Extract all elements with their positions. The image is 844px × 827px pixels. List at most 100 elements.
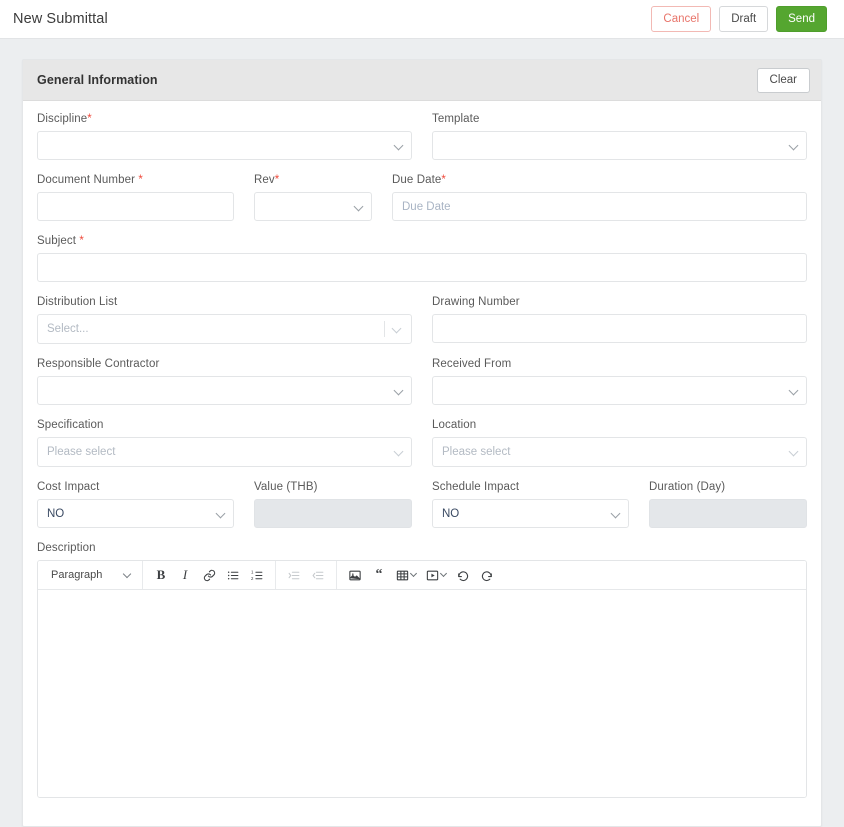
subject-input[interactable] (37, 253, 807, 282)
chevron-down-icon (354, 201, 364, 211)
block-format-value: Paragraph (51, 569, 102, 581)
redo-icon[interactable] (475, 564, 499, 586)
schedule-impact-select[interactable]: NO (432, 499, 629, 528)
decrease-indent-icon[interactable] (306, 564, 330, 586)
value-thb-input (254, 499, 412, 528)
template-label: Template (432, 113, 807, 125)
document-number-input[interactable] (37, 192, 234, 221)
field-due-date: Due Date* Due Date (392, 174, 807, 221)
template-select[interactable] (432, 131, 807, 160)
insert-image-icon[interactable] (343, 564, 367, 586)
general-information-card: General Information Clear Discipline* (22, 59, 822, 827)
due-date-input[interactable]: Due Date (392, 192, 807, 221)
cost-impact-value: NO (47, 508, 64, 520)
field-schedule-impact: Schedule Impact NO (432, 481, 629, 528)
blockquote-icon[interactable]: “ (367, 564, 391, 586)
card-title: General Information (37, 73, 158, 87)
subject-label: Subject * (37, 235, 807, 247)
value-thb-label: Value (THB) (254, 481, 412, 493)
field-discipline: Discipline* (37, 113, 412, 160)
discipline-label: Discipline* (37, 113, 412, 125)
form-row-2: Document Number * Rev* (37, 174, 807, 233)
draft-button[interactable]: Draft (719, 6, 768, 32)
distribution-list-placeholder: Select... (47, 323, 89, 335)
toolbar-group-format: Paragraph (38, 561, 143, 589)
clear-button[interactable]: Clear (757, 68, 810, 93)
received-from-select[interactable] (432, 376, 807, 405)
drawing-number-input[interactable] (432, 314, 807, 343)
responsible-contractor-label: Responsible Contractor (37, 358, 412, 370)
italic-icon[interactable]: I (173, 564, 197, 586)
chevron-down-icon (216, 508, 226, 518)
chevron-down-icon (394, 140, 404, 150)
received-from-label: Received From (432, 358, 807, 370)
field-distribution-list: Distribution List Select... (37, 296, 412, 344)
location-label: Location (432, 419, 807, 431)
field-location: Location Please select (432, 419, 807, 467)
chevron-down-icon (789, 385, 799, 395)
rev-select[interactable] (254, 192, 372, 221)
rev-label: Rev* (254, 174, 372, 186)
distribution-list-label: Distribution List (37, 296, 412, 308)
chevron-down-icon (123, 569, 131, 577)
required-marker: * (441, 174, 446, 186)
toolbar-group-insert: “ (337, 561, 505, 589)
insert-table-icon[interactable] (391, 564, 421, 586)
schedule-impact-label: Schedule Impact (432, 481, 629, 493)
numbered-list-icon[interactable]: 1 2 (245, 564, 269, 586)
chevron-down-icon (611, 508, 621, 518)
form-row-5: Responsible Contractor Received From (37, 358, 807, 417)
cost-impact-label: Cost Impact (37, 481, 234, 493)
distribution-list-select[interactable]: Select... (37, 314, 412, 344)
location-placeholder: Please select (442, 446, 510, 458)
responsible-contractor-select[interactable] (37, 376, 412, 405)
required-marker: * (87, 113, 92, 125)
bold-icon[interactable]: B (149, 564, 173, 586)
document-number-label: Document Number * (37, 174, 234, 186)
field-description: Description Paragraph (37, 542, 807, 798)
field-template: Template (432, 113, 807, 160)
cancel-button[interactable]: Cancel (651, 6, 711, 32)
bulleted-list-icon[interactable] (221, 564, 245, 586)
header-actions: Cancel Draft Send (651, 6, 827, 32)
send-button[interactable]: Send (776, 6, 827, 32)
undo-icon[interactable] (451, 564, 475, 586)
toolbar-group-indent (276, 561, 337, 589)
rich-text-editor: Paragraph B I (37, 560, 807, 798)
field-document-number: Document Number * (37, 174, 234, 221)
chevron-down-icon (789, 447, 799, 457)
editor-toolbar: Paragraph B I (38, 561, 806, 590)
toolbar-group-inline: B I (143, 561, 276, 589)
form-row-6: Specification Please select Location Ple… (37, 419, 807, 479)
field-specification: Specification Please select (37, 419, 412, 467)
insert-media-icon[interactable] (421, 564, 451, 586)
block-format-select[interactable]: Paragraph (44, 564, 136, 586)
chevron-down-icon (440, 570, 447, 577)
field-rev: Rev* (254, 174, 372, 221)
due-date-label: Due Date* (392, 174, 807, 186)
svg-text:2: 2 (251, 575, 254, 580)
page-content: General Information Clear Discipline* (0, 39, 844, 827)
form-row-4: Distribution List Select... Drawing Numb… (37, 296, 807, 356)
form-row-8: Description Paragraph (37, 542, 807, 810)
specification-label: Specification (37, 419, 412, 431)
field-duration-day: Duration (Day) (649, 481, 807, 528)
link-icon[interactable] (197, 564, 221, 586)
duration-day-label: Duration (Day) (649, 481, 807, 493)
required-marker: * (79, 235, 84, 247)
chevron-down-icon (394, 447, 404, 457)
increase-indent-icon[interactable] (282, 564, 306, 586)
cost-impact-select[interactable]: NO (37, 499, 234, 528)
specification-placeholder: Please select (47, 446, 115, 458)
drawing-number-label: Drawing Number (432, 296, 807, 308)
separator (384, 321, 385, 337)
due-date-placeholder: Due Date (402, 201, 451, 213)
specification-select[interactable]: Please select (37, 437, 412, 467)
chevron-down-icon (392, 324, 402, 334)
field-value-thb: Value (THB) (254, 481, 412, 528)
location-select[interactable]: Please select (432, 437, 807, 467)
schedule-impact-value: NO (442, 508, 459, 520)
discipline-select[interactable] (37, 131, 412, 160)
form-row-7: Cost Impact NO Value (THB) (37, 481, 807, 540)
description-editor-body[interactable] (38, 590, 806, 797)
